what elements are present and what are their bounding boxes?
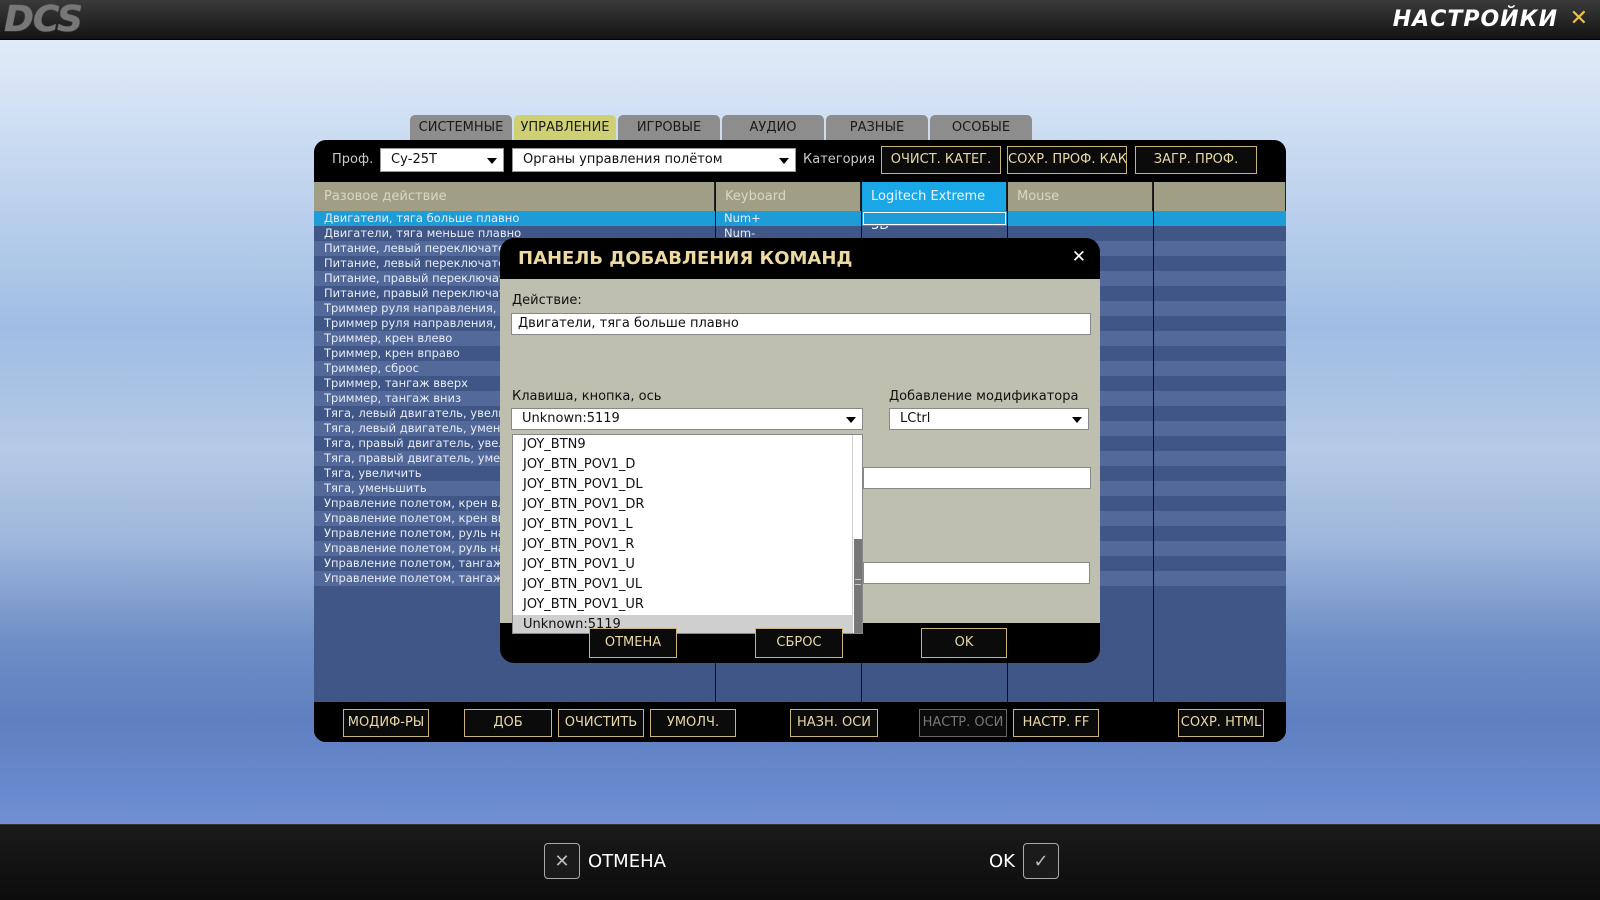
key-label: Клавиша, кнопка, ось xyxy=(512,389,662,404)
close-icon[interactable]: ✕ xyxy=(1570,6,1588,32)
clear-button[interactable]: ОЧИСТИТЬ xyxy=(558,709,644,737)
profile-label: Проф. xyxy=(332,152,374,167)
list-item[interactable]: JOY_BTN_POV1_L xyxy=(513,515,862,535)
tab-gameplay[interactable]: ИГРОВЫЕ xyxy=(618,115,720,141)
list-item[interactable]: JOY_BTN_POV1_R xyxy=(513,535,862,555)
settings-tabs: СИСТЕМНЫЕ УПРАВЛЕНИЕ ИГРОВЫЕ АУДИО РАЗНЫ… xyxy=(410,115,1034,142)
chevron-down-icon xyxy=(487,158,497,164)
scrollbar-thumb[interactable] xyxy=(854,539,862,633)
modifier-label: Добавление модификатора xyxy=(889,389,1079,404)
category-label: Категория xyxy=(803,152,876,167)
action-label: Действие: xyxy=(512,293,582,308)
tab-audio[interactable]: АУДИО xyxy=(722,115,824,141)
column-header-mouse[interactable]: Mouse xyxy=(1007,182,1153,211)
dialog-title: ПАНЕЛЬ ДОБАВЛЕНИЯ КОМАНД xyxy=(518,248,853,269)
bottom-action-bar: МОДИФ-РЫ ДОБ ОЧИСТИТЬ УМОЛЧ. НАЗН. ОСИ Н… xyxy=(314,702,1286,742)
add-button[interactable]: ДОБ xyxy=(464,709,552,737)
tab-special[interactable]: ОСОБЫЕ xyxy=(930,115,1032,141)
joystick-binding-cell[interactable] xyxy=(863,212,1006,225)
dropdown-scrollbar[interactable] xyxy=(852,435,862,633)
tune-ff-button[interactable]: НАСТР. FF xyxy=(1013,709,1099,737)
list-item[interactable]: JOY_BTN_POV1_UR xyxy=(513,595,862,615)
default-button[interactable]: УМОЛЧ. xyxy=(650,709,736,737)
chevron-down-icon xyxy=(1072,417,1082,423)
column-header-keyboard[interactable]: Keyboard xyxy=(715,182,861,211)
tab-controls[interactable]: УПРАВЛЕНИЕ xyxy=(514,115,616,141)
tune-axis-button[interactable]: НАСТР. ОСИ xyxy=(919,709,1007,737)
list-item[interactable]: JOY_BTN_POV1_U xyxy=(513,555,862,575)
close-icon[interactable]: ✕ xyxy=(1072,247,1086,267)
controls-toolbar: Проф. Су-25Т Органы управления полётом К… xyxy=(314,140,1286,182)
dialog-ok-button[interactable]: OK xyxy=(921,628,1007,658)
list-item[interactable]: JOY_BTN_POV1_DL xyxy=(513,475,862,495)
profile-select[interactable]: Су-25Т xyxy=(380,148,504,172)
assign-axis-button[interactable]: НАЗН. ОСИ xyxy=(790,709,878,737)
window-title: НАСТРОЙКИ xyxy=(1392,7,1558,32)
load-profile-button[interactable]: ЗАГР. ПРОФ. xyxy=(1135,146,1257,174)
column-header-action[interactable]: Разовое действие xyxy=(314,182,715,211)
footer-ok-button[interactable]: OK ✓ xyxy=(989,843,1059,879)
check-icon: ✓ xyxy=(1022,843,1059,879)
save-profile-as-button[interactable]: СОХР. ПРОФ. КАК xyxy=(1007,146,1127,174)
tab-misc[interactable]: РАЗНЫЕ xyxy=(826,115,928,141)
dialog-reset-button[interactable]: СБРОС xyxy=(755,628,843,658)
modifier-select[interactable]: LCtrl xyxy=(889,408,1089,430)
row-keyboard-binding: Num+ xyxy=(724,211,761,225)
footer-bar: ✕ ОТМЕНА OK ✓ xyxy=(0,824,1600,900)
chevron-down-icon xyxy=(779,158,789,164)
key-select[interactable]: Unknown:5119 xyxy=(511,408,863,430)
column-divider xyxy=(1153,182,1154,702)
tab-system[interactable]: СИСТЕМНЫЕ xyxy=(410,115,512,141)
category-select[interactable]: Органы управления полётом xyxy=(512,148,796,172)
modifiers-button[interactable]: МОДИФ-РЫ xyxy=(343,709,429,737)
row-action: Двигатели, тяга больше плавно xyxy=(324,211,520,225)
list-item[interactable]: JOY_BTN_POV1_UL xyxy=(513,575,862,595)
save-html-button[interactable]: СОХР. HTML xyxy=(1178,709,1264,737)
key-dropdown-list: JOY_BTN9 JOY_BTN_POV1_D JOY_BTN_POV1_DL JOY… xyxy=(512,434,863,634)
dcs-logo: DCS xyxy=(4,0,83,40)
footer-cancel-button[interactable]: ✕ ОТМЕНА xyxy=(544,843,666,879)
table-row[interactable]: Двигатели, тяга больше плавно Num+ xyxy=(314,211,1286,226)
top-bar: DCS НАСТРОЙКИ ✕ xyxy=(0,0,1600,40)
close-icon: ✕ xyxy=(544,843,580,879)
chevron-down-icon xyxy=(846,417,856,423)
list-item[interactable]: JOY_BTN9 xyxy=(513,435,862,455)
clear-category-button[interactable]: ОЧИСТ. КАТЕГ. xyxy=(881,146,1001,174)
action-field[interactable]: Двигатели, тяга больше плавно xyxy=(511,313,1091,335)
column-header-joystick[interactable]: Logitech Extreme 3D xyxy=(861,182,1007,233)
dialog-cancel-button[interactable]: ОТМЕНА xyxy=(589,628,677,658)
list-item[interactable]: JOY_BTN_POV1_D xyxy=(513,455,862,475)
column-header-extra[interactable] xyxy=(1153,182,1286,211)
list-item[interactable]: JOY_BTN_POV1_DR xyxy=(513,495,862,515)
key-list-field[interactable] xyxy=(863,562,1090,584)
modifier-list-field[interactable] xyxy=(863,467,1091,489)
grid-header: Разовое действие Keyboard Logitech Extre… xyxy=(314,182,1286,233)
